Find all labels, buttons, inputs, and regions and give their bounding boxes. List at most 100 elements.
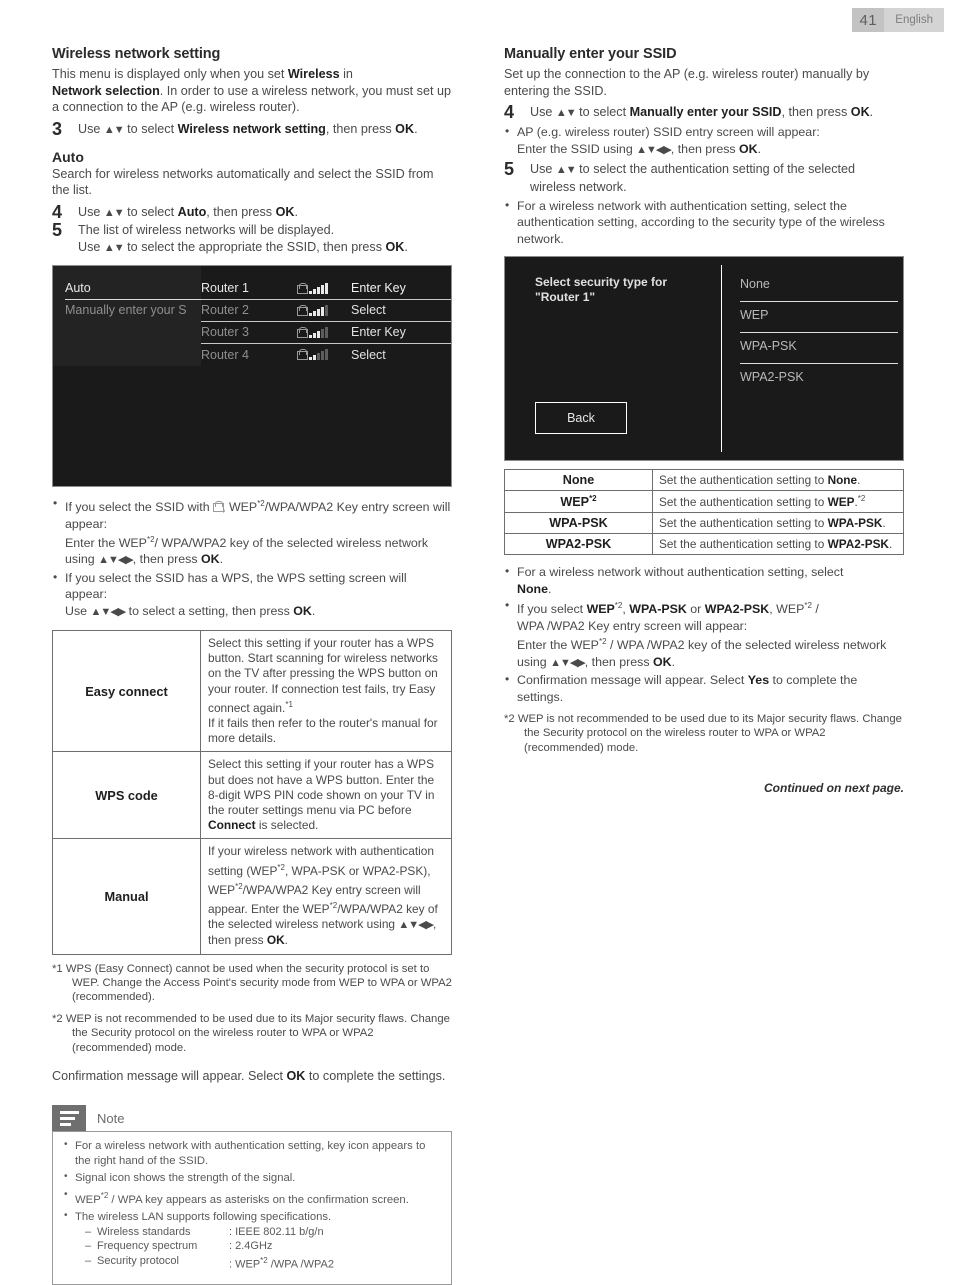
list-item: Confirmation message will appear. Select… [504,671,904,705]
s4r-mid: to select [575,105,630,120]
router-action[interactable]: Enter Key [349,325,451,339]
arrow-up-down-icon: ▲▼ [103,206,125,219]
bullet-0-ok: OK [200,552,220,567]
security-option-wpa-psk[interactable]: WPA-PSK [740,333,898,365]
intro-paragraph: This menu is displayed only when you set… [52,66,452,116]
step-3-ok: OK [395,121,415,136]
bullet-0-d: Enter the WEP [65,536,147,551]
auth-bullet-list: For a wireless network without authentic… [504,563,904,705]
spec-key: Security protocol [97,1254,179,1267]
intro-bold-wireless: Wireless [287,67,340,81]
step-4-post: , then press [206,204,276,219]
confirmation-line: Confirmation message will appear. Select… [52,1069,452,1083]
bullet-1-a: If you select the SSID has a WPS, the WP… [65,570,407,602]
page-number: 41 [852,8,885,32]
arrow-keys-icon: ▲▼◀▶ [636,143,672,156]
spec-key: Frequency spectrum [97,1240,198,1253]
step-5-pre: Use [78,239,104,254]
footnote-2: *2 WEP is not recommended to be used due… [52,1012,450,1054]
arrow-keys-icon: ▲▼◀▶ [98,554,134,567]
rb1-end: . [671,654,676,669]
s5r-post: to select the authentication setting of … [530,162,856,194]
s5r-pre: Use [530,162,556,176]
step-4-ok: OK [275,204,295,219]
router-action[interactable]: Enter Key [349,281,451,295]
step-3-end: . [414,121,418,136]
router-name: Router 2 [201,303,249,318]
s4r-ok: OK [850,105,870,120]
bullet-0-b: , WEP [222,500,258,515]
list-item: Signal icon shows the strength of the si… [62,1170,442,1186]
router-name: Router 4 [201,347,249,362]
rb1-a: If you select [517,602,587,617]
s4r-pre: Use [530,105,556,120]
signal-icon [309,304,328,316]
security-option-wpa2-psk[interactable]: WPA2-PSK [740,364,898,395]
table-row[interactable]: Router 4 Select [201,344,451,366]
security-option-wep[interactable]: WEP [740,302,898,334]
bullet-0-f: , then press [132,552,201,567]
table-row[interactable]: Router 2 Select [201,300,451,322]
auth-value: Set the authentication setting to WEP.*2 [652,490,904,514]
footnote-marker: *2 [257,498,265,508]
auth-key: WPA-PSK [504,512,653,535]
security-prompt: Select security type for "Router 1" [535,275,721,305]
intro-text-b: in [339,67,353,81]
intro-text-a: This menu is displayed only when you set [52,67,288,81]
footnote-marker: *2 [146,534,155,544]
manual-ssid-intro: Set up the connection to the AP (e.g. wi… [504,67,870,98]
auth-value: Set the authentication setting to WPA2-P… [652,533,904,556]
table-row: None Set the authentication setting to N… [504,469,904,492]
list-item: The wireless LAN supports following spec… [62,1209,442,1271]
wps-row-value: If your wireless network with authentica… [200,838,452,955]
note-list: For a wireless network with authenticati… [62,1138,442,1272]
router-action[interactable]: Select [349,303,451,317]
s4b-ok: OK [739,141,758,156]
rb2-a: Confirmation message will appear. Select [517,673,748,688]
step-5-right: 5 Use ▲▼ to select the authentication se… [504,159,904,196]
signal-icon [309,282,328,294]
tv-menu-item-auto[interactable]: Auto [65,278,201,300]
note-header: Note [52,1105,452,1132]
security-option-none[interactable]: None [740,271,898,303]
tv-screenshot-security-type: Select security type for "Router 1" Back… [504,256,904,462]
security-options-pane: None WEP WPA-PSK WPA2-PSK [722,257,903,460]
step-5-bullets: For a wireless network with authenticati… [504,197,904,247]
rb0-c: . [547,581,552,596]
note-spec-intro: The wireless LAN supports following spec… [75,1211,332,1224]
auth-value: Set the authentication setting to None. [652,469,904,492]
arrow-keys-icon: ▲▼◀▶ [90,605,126,618]
table-row[interactable]: Router 1 Enter Key [201,278,451,300]
step-5-right-number: 5 [504,159,515,179]
section-title-manual-ssid: Manually enter your SSID [504,46,677,62]
table-row[interactable]: Router 3 Enter Key [201,322,451,344]
step-3-pre: Use [78,121,104,136]
tv-menu-item-manual[interactable]: Manually enter your S [65,300,201,322]
bullet-0-a: If you select the SSID with [65,500,214,515]
intro-bold-network-selection: Network selection [52,83,160,98]
step-3-mid: to select [123,121,178,136]
arrow-up-down-icon: ▲▼ [555,164,577,176]
page-title: Wireless network setting [52,46,221,62]
step-4-mid: to select [123,204,178,219]
back-button[interactable]: Back [535,402,627,435]
table-row: WEP*2 Set the authentication setting to … [504,490,904,514]
list-item: AP (e.g. wireless router) SSID entry scr… [504,123,904,158]
step-5-line1: The list of wireless networks will be di… [78,222,335,237]
router-action[interactable]: Select [349,348,451,362]
bullet-1-ok: OK [293,603,312,618]
note-icon [52,1105,86,1132]
wps-row-value: Select this setting if your router has a… [200,630,452,753]
step-3-number: 3 [52,118,63,139]
spec-value: : IEEE 802.11 b/g/n [229,1225,324,1238]
signal-icon [309,349,328,361]
rb1-f: WPA2-PSK [704,602,770,617]
ssid-bullet-list: If you select the SSID with , WEP*2/WPA/… [52,495,452,620]
auth-key: WEP*2 [504,490,653,514]
router-status-icons [297,349,349,361]
tv-screen-panes: Auto Manually enter your S Router 1 Ente… [53,265,451,366]
auto-description: Search for wireless networks automatical… [52,166,434,198]
confirm-pre: Confirmation message will appear. Select [52,1069,287,1084]
arrow-up-down-icon: ▲▼ [103,241,125,254]
rb0-a: For a wireless network without authentic… [517,565,844,580]
